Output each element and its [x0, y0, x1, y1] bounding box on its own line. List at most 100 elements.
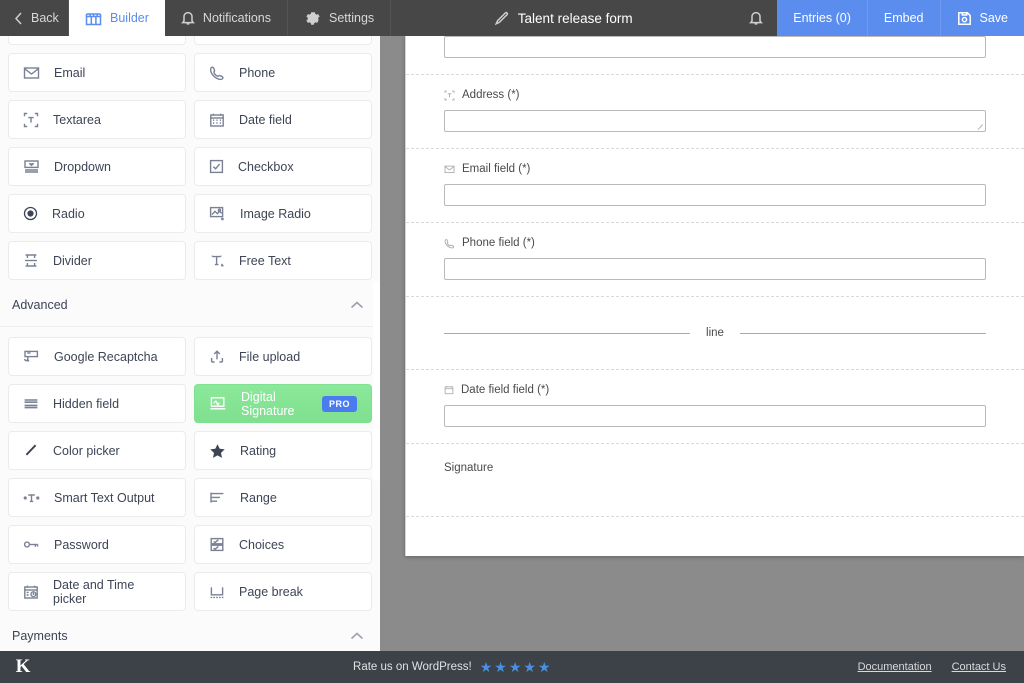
field-card-rating[interactable]: Rating: [194, 431, 372, 470]
field-card-image-radio[interactable]: Image Radio: [194, 194, 372, 233]
page-break-icon: [209, 585, 225, 599]
field-card-label: Email: [54, 65, 86, 80]
date-input[interactable]: [444, 405, 986, 427]
save-button[interactable]: Save: [941, 0, 1024, 36]
field-card-date-field[interactable]: Date field: [194, 100, 372, 139]
footer-bar: K Rate us on WordPress! ★ ★ ★ ★ ★ Docume…: [0, 651, 1024, 683]
cutoff-input[interactable]: [444, 36, 986, 58]
documentation-link[interactable]: Documentation: [858, 661, 932, 673]
field-card-label: Range: [240, 490, 277, 505]
form-field-label-row: Date field field (*): [444, 384, 986, 396]
field-card-dropdown[interactable]: Dropdown: [8, 147, 186, 186]
field-card-choices[interactable]: Choices: [194, 525, 372, 564]
form-field-divider[interactable]: line: [406, 297, 1024, 370]
tab-settings[interactable]: Settings: [288, 0, 392, 36]
form-field-email[interactable]: Email field (*): [406, 149, 1024, 223]
form-field-label-row: Address (*): [444, 89, 986, 101]
tab-notifications-label: Notifications: [202, 11, 272, 25]
field-card-label: Google Recaptcha: [54, 349, 158, 364]
rate-us-label: Rate us on WordPress!: [353, 661, 472, 673]
footer-links: Documentation Contact Us: [858, 661, 1024, 673]
section-title-payments: Payments: [12, 629, 68, 643]
form-field-phone[interactable]: Phone field (*): [406, 223, 1024, 297]
form-field-label: Email field (*): [462, 163, 531, 175]
field-card-label: Digital Signature: [241, 389, 295, 418]
field-card-digital-signature[interactable]: Digital Signature PRO: [194, 384, 372, 423]
email-input[interactable]: [444, 184, 986, 206]
builder-icon: [85, 11, 102, 26]
form-field-signature[interactable]: Signature: [406, 444, 1024, 517]
field-card-label: Smart Text Output: [54, 490, 155, 505]
textarea-icon: [444, 90, 455, 101]
divider-rule-left: [444, 332, 691, 334]
date-time-icon: [23, 584, 39, 600]
sidebar-scrollbar-thumb[interactable]: [373, 281, 380, 481]
field-card-textarea[interactable]: Textarea: [8, 100, 186, 139]
field-card-google-recaptcha[interactable]: Google Recaptcha: [8, 337, 186, 376]
entries-button[interactable]: Entries (0): [777, 0, 868, 36]
back-button[interactable]: Back: [0, 0, 69, 36]
envelope-icon: [23, 65, 40, 80]
field-card-email[interactable]: Email: [8, 53, 186, 92]
field-card-phone[interactable]: Phone: [194, 53, 372, 92]
star-icon[interactable]: ★: [509, 660, 522, 674]
chevron-up-icon[interactable]: [350, 631, 364, 641]
field-card-free-text[interactable]: Free Text: [194, 241, 372, 280]
field-card-file-upload[interactable]: File upload: [194, 337, 372, 376]
form-field-label: Address (*): [462, 89, 520, 101]
section-header-advanced[interactable]: Advanced: [0, 280, 380, 327]
field-card-range[interactable]: Range: [194, 478, 372, 517]
section-header-payments[interactable]: Payments: [0, 611, 380, 651]
dropdown-icon: [23, 159, 40, 174]
key-icon: [23, 538, 40, 551]
form-field-cutoff[interactable]: [406, 36, 1024, 75]
field-card-page-break[interactable]: Page break: [194, 572, 372, 611]
form-field-date[interactable]: Date field field (*): [406, 370, 1024, 444]
star-icon[interactable]: ★: [494, 660, 507, 674]
divider-icon: [23, 253, 39, 268]
field-card-label: Password: [54, 537, 109, 552]
bell-icon: [181, 10, 195, 26]
chevron-up-icon[interactable]: [350, 300, 364, 310]
star-icon[interactable]: ★: [523, 660, 536, 674]
field-card-date-and-time-picker[interactable]: Date and Time picker: [8, 572, 186, 611]
tab-settings-label: Settings: [329, 11, 375, 25]
field-card-label: Color picker: [53, 443, 120, 458]
rating-stars[interactable]: ★ ★ ★ ★ ★: [480, 660, 551, 674]
address-textarea[interactable]: [444, 110, 986, 132]
contact-us-link[interactable]: Contact Us: [952, 661, 1006, 673]
star-icon[interactable]: ★: [480, 660, 493, 674]
tab-notifications[interactable]: Notifications: [165, 0, 289, 36]
chevron-left-icon: [14, 11, 23, 25]
basic-fields-grid: Email Phone Textarea Date field Dropdown…: [0, 53, 380, 280]
field-card-smart-text-output[interactable]: Smart Text Output: [8, 478, 186, 517]
divider-label: line: [706, 327, 724, 339]
form-field-label: Phone field (*): [462, 237, 535, 249]
phone-input[interactable]: [444, 258, 986, 280]
field-card-color-picker[interactable]: Color picker: [8, 431, 186, 470]
field-card-hidden-field[interactable]: Hidden field: [8, 384, 186, 423]
resize-grip-icon[interactable]: [976, 123, 983, 130]
calendar-icon: [444, 385, 454, 395]
tab-builder[interactable]: Builder: [69, 0, 165, 36]
field-card-cutoff-left[interactable]: [8, 36, 186, 45]
app-root: Back Builder Notifications Settings Tale…: [0, 0, 1024, 683]
field-card-cutoff-right[interactable]: [194, 36, 372, 45]
star-icon[interactable]: ★: [538, 660, 551, 674]
field-card-checkbox[interactable]: Checkbox: [194, 147, 372, 186]
radio-icon: [23, 206, 38, 221]
recaptcha-icon: [23, 349, 40, 364]
notifications-bell-button[interactable]: [735, 0, 777, 36]
calendar-icon: [209, 112, 225, 128]
image-radio-icon: [209, 206, 226, 221]
basic-fields-cutoff-row: [0, 36, 380, 45]
embed-button[interactable]: Embed: [868, 0, 941, 36]
field-card-radio[interactable]: Radio: [8, 194, 186, 233]
form-field-address[interactable]: Address (*): [406, 75, 1024, 149]
field-card-label: Radio: [52, 206, 85, 221]
field-card-divider[interactable]: Divider: [8, 241, 186, 280]
sidebar-scrollbar[interactable]: [373, 36, 380, 651]
form-title-area[interactable]: Talent release form: [391, 0, 735, 36]
field-card-password[interactable]: Password: [8, 525, 186, 564]
field-card-label: Page break: [239, 584, 303, 599]
